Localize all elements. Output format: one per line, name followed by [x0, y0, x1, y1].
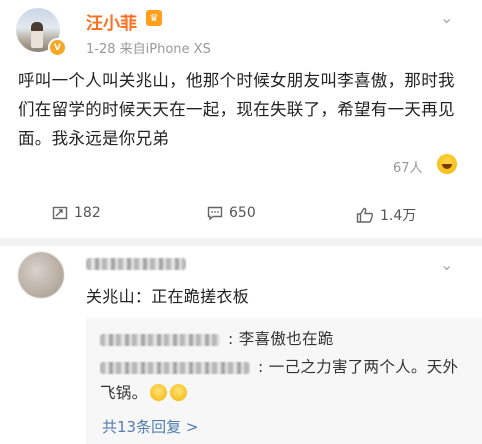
author-name[interactable]: 汪小菲	[86, 9, 137, 34]
comment-chevron-down-icon[interactable]: ⌄	[440, 255, 453, 274]
repost-count: 182	[74, 205, 101, 221]
commenter-avatar[interactable]	[18, 252, 64, 298]
reply-box[interactable]: : 李喜傲也在跪 : 一己之力害了两个人。天外飞锅。 共13条回复 >	[86, 318, 482, 444]
like-count: 1.4万	[380, 208, 417, 224]
thumbs-up-icon	[356, 207, 374, 223]
comment-count: 650	[229, 205, 256, 221]
reply-item: : 李喜傲也在跪	[100, 326, 334, 352]
avatar-figure	[31, 22, 43, 48]
chevron-down-icon[interactable]: ⌄	[440, 8, 453, 27]
reply-item: : 一己之力害了两个人。天外飞锅。	[100, 354, 470, 406]
comment-button[interactable]: 650	[207, 205, 256, 221]
reactions-count: 67人	[393, 161, 423, 176]
more-replies-link[interactable]: 共13条回复 >	[102, 416, 198, 437]
repost-icon	[52, 206, 68, 220]
post-meta: 1-28 来自iPhone XS	[86, 42, 211, 57]
comment-text: 关兆山：正在跪搓衣板	[86, 287, 250, 306]
vip-crown-icon: ♛	[146, 10, 162, 26]
verified-badge-icon: V	[48, 38, 67, 57]
grin-emoji-icon	[150, 384, 168, 401]
commenter-name-blurred[interactable]	[86, 258, 186, 270]
reply-text: : 李喜傲也在跪	[228, 330, 334, 348]
repost-button[interactable]: 182	[52, 205, 101, 221]
smile-emoji-icon	[170, 384, 188, 401]
like-button[interactable]: 1.4万	[356, 205, 416, 225]
post-content: 呼叫一个人叫关兆山，他那个时候女朋友叫李喜傲，那时我们在留学的时候天天在一起，现…	[18, 71, 455, 148]
section-divider	[0, 238, 482, 246]
laugh-emoji-icon[interactable]	[437, 154, 457, 174]
comment-icon	[207, 206, 223, 221]
